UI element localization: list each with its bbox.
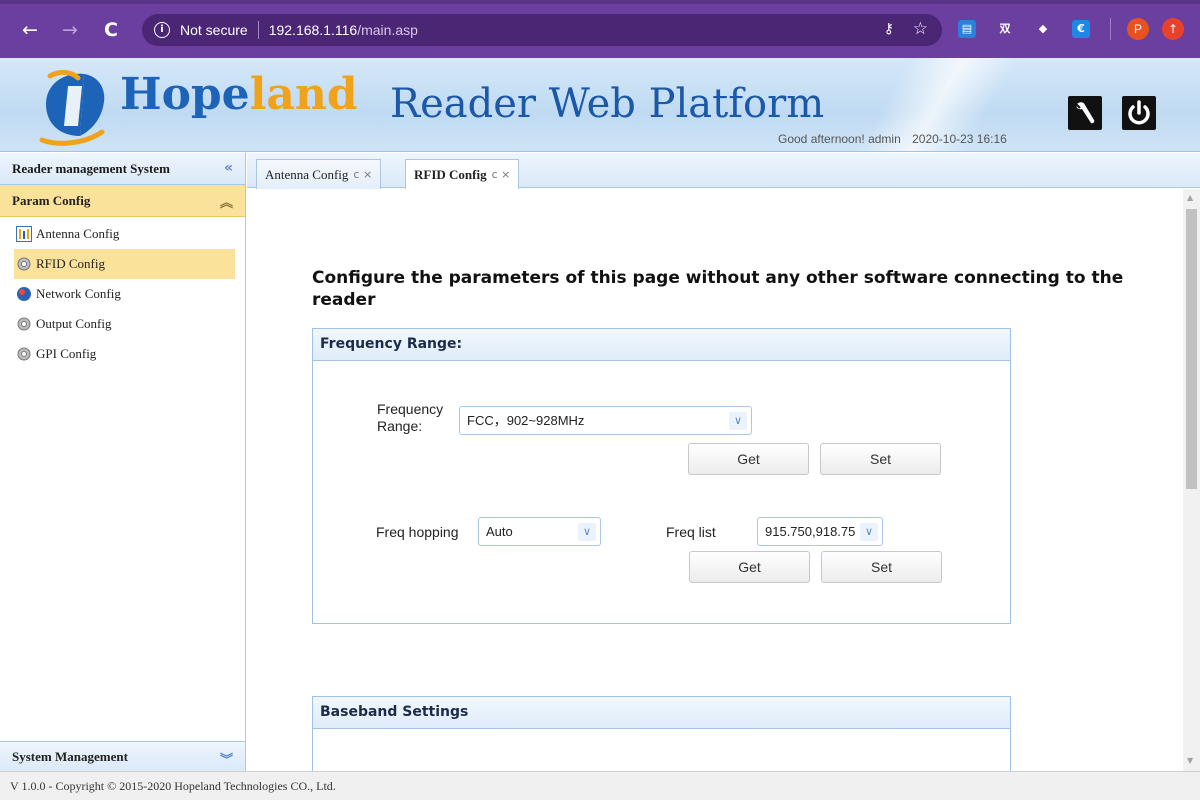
logo-part-2: land	[249, 69, 358, 120]
panel-title: Frequency Range:	[313, 329, 1010, 361]
settings-button[interactable]	[1068, 96, 1102, 130]
freq-list-select[interactable]: 915.750,918.75 ∨	[757, 517, 883, 546]
page-heading: Configure the parameters of this page wi…	[312, 268, 1124, 310]
antenna-icon	[16, 226, 32, 242]
scroll-thumb[interactable]	[1186, 209, 1197, 489]
browser-toolbar: ← → C i Not secure 192.168.1.116/main.as…	[0, 0, 1200, 58]
euro-extension-icon[interactable]: €	[1072, 20, 1090, 38]
list-get-button[interactable]: Get	[689, 551, 810, 583]
sidebar-item-antenna-config[interactable]: Antenna Config	[14, 219, 235, 249]
content-scrollbar[interactable]: ▲ ▼	[1183, 189, 1200, 771]
sidebar-header: Reader management System «	[0, 153, 245, 185]
url-path: /main.asp	[357, 22, 418, 38]
gear-icon	[17, 347, 31, 361]
tab-strip-edge	[0, 0, 1200, 4]
logout-button[interactable]	[1122, 96, 1156, 130]
logo-wordmark: Hopeland	[120, 70, 358, 120]
sidebar-item-label: Antenna Config	[36, 226, 120, 241]
security-label: Not secure	[180, 22, 248, 38]
sidebar-item-output-config[interactable]: Output Config	[14, 309, 235, 339]
main-content: Configure the parameters of this page wi…	[247, 189, 1183, 771]
reload-button[interactable]: C	[104, 20, 118, 40]
chevron-down-icon: ∨	[578, 523, 596, 541]
tab-controls[interactable]: c ×	[492, 168, 511, 181]
platform-title: Reader Web Platform	[390, 81, 825, 127]
greeting: Good afternoon! admin 2020-10-23 16:16	[778, 132, 1015, 146]
section-param-config[interactable]: Param Config ︽	[0, 185, 245, 217]
address-separator	[257, 21, 259, 39]
frequency-range-select[interactable]: FCC，902~928MHz ∨	[459, 406, 752, 435]
address-bar[interactable]: i Not secure 192.168.1.116/main.asp ⚷ ☆	[142, 14, 942, 46]
select-value: Auto	[486, 524, 513, 539]
power-icon	[1128, 100, 1150, 125]
wrench-icon	[1075, 102, 1095, 124]
freq-hopping-label: Freq hopping	[376, 524, 459, 540]
chevron-down-icon: ∨	[729, 412, 747, 430]
chevron-up-icon[interactable]: ︽	[220, 192, 233, 211]
logo-part-1: Hope	[120, 69, 250, 120]
back-button[interactable]: ←	[22, 20, 38, 40]
key-icon[interactable]: ⚷	[884, 21, 894, 37]
forward-button[interactable]: →	[62, 20, 78, 40]
tab-bar: Antenna Config c × RFID Config c ×	[247, 153, 1200, 189]
datetime: 2020-10-23 16:16	[912, 132, 1007, 146]
frequency-range-panel: Frequency Range: Frequency Range: FCC，90…	[312, 328, 1011, 624]
scroll-up-arrow-icon[interactable]: ▲	[1187, 193, 1193, 202]
app-header: Hopeland Reader Web Platform Good aftern…	[0, 58, 1200, 152]
select-value: 915.750,918.75	[765, 524, 856, 539]
frequency-range-label: Frequency Range:	[377, 401, 444, 434]
sidebar-item-label: Output Config	[36, 316, 112, 331]
info-icon[interactable]: i	[154, 22, 170, 38]
section-title: System Management	[12, 748, 128, 764]
collapse-sidebar-icon[interactable]: «	[224, 160, 233, 176]
toolbar-separator	[1110, 18, 1111, 40]
freq-hopping-select[interactable]: Auto ∨	[478, 517, 601, 546]
url-host: 192.168.1.116	[268, 22, 358, 38]
translate-extension-icon[interactable]: 双	[996, 20, 1014, 38]
gear-icon	[17, 257, 31, 271]
tab-label: RFID Config	[414, 166, 487, 182]
sidebar-item-rfid-config[interactable]: RFID Config	[14, 249, 235, 279]
select-value: FCC，902~928MHz	[467, 413, 585, 428]
range-set-button[interactable]: Set	[820, 443, 941, 475]
blue-extension-icon[interactable]: ▤	[958, 20, 976, 38]
chevron-down-icon[interactable]: ︾	[220, 749, 233, 768]
tab-label: Antenna Config	[265, 166, 349, 182]
freq-list-label: Freq list	[666, 524, 716, 540]
sidebar-item-gpi-config[interactable]: GPI Config	[14, 339, 235, 369]
sidebar: Reader management System « Param Config …	[0, 153, 246, 771]
gear-icon	[17, 317, 31, 331]
sidebar-title: Reader management System	[12, 160, 170, 176]
panel-title: Baseband Settings	[313, 697, 1010, 729]
scroll-down-arrow-icon[interactable]: ▼	[1187, 756, 1193, 765]
footer-copyright: V 1.0.0 - Copyright © 2015-2020 Hopeland…	[0, 771, 1200, 800]
profile-avatar[interactable]: P	[1127, 18, 1149, 40]
list-set-button[interactable]: Set	[821, 551, 942, 583]
baseband-settings-panel: Baseband Settings	[312, 696, 1011, 771]
chevron-down-icon: ∨	[860, 523, 878, 541]
tab-rfid-config[interactable]: RFID Config c ×	[405, 159, 520, 189]
star-icon[interactable]: ☆	[913, 19, 928, 39]
cube-extension-icon[interactable]: ◆	[1034, 20, 1052, 38]
sidebar-item-network-config[interactable]: Network Config	[14, 279, 235, 309]
network-icon	[17, 287, 31, 301]
sidebar-item-label: Network Config	[36, 286, 121, 301]
update-icon[interactable]: ↑	[1162, 18, 1184, 40]
sidebar-item-label: GPI Config	[36, 346, 97, 361]
tab-controls[interactable]: c ×	[353, 168, 372, 181]
section-system-management[interactable]: System Management ︾	[0, 741, 245, 771]
sidebar-item-label: RFID Config	[36, 256, 105, 271]
section-title: Param Config	[12, 192, 91, 208]
range-get-button[interactable]: Get	[688, 443, 809, 475]
greeting-text: Good afternoon! admin	[778, 132, 901, 146]
tab-antenna-config[interactable]: Antenna Config c ×	[256, 159, 382, 189]
hopeland-logo-icon	[39, 69, 105, 146]
